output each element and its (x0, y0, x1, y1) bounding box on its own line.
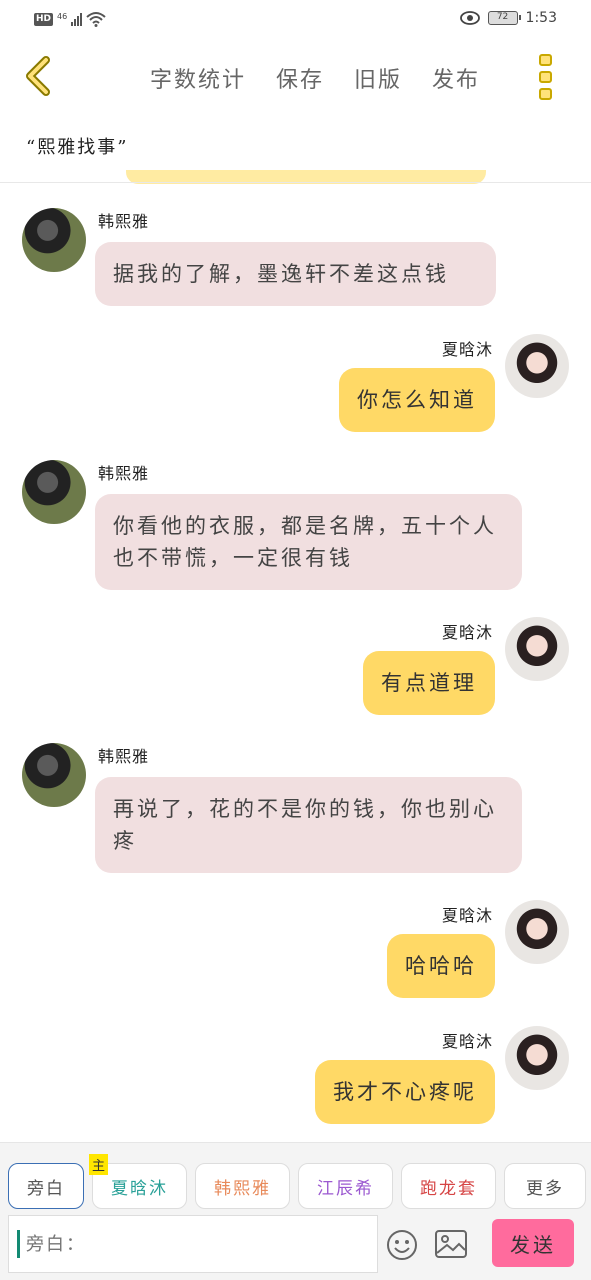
status-right: 72 1:53 (459, 10, 557, 26)
message-sender: 夏晗沐 (441, 1032, 493, 1051)
composer: 旁白 主 夏晗沐 韩熙雅 江辰希 跑龙套 更多 发送 (0, 1142, 591, 1280)
role-tab-extras[interactable]: 跑龙套 (401, 1163, 496, 1209)
signal-icon (71, 12, 83, 26)
role-tab-more[interactable]: 更多 (504, 1163, 586, 1209)
role-label: 跑龙套 (420, 1178, 477, 1199)
message-sender: 韩熙雅 (98, 212, 150, 231)
role-tab-narrator[interactable]: 旁白 (8, 1163, 84, 1209)
avatar-xiahanmu[interactable] (505, 1026, 569, 1090)
role-label: 江辰希 (317, 1178, 374, 1199)
top-bar: 字数统计 保存 旧版 发布 (0, 44, 591, 108)
role-tabs: 旁白 主 夏晗沐 韩熙雅 江辰希 跑龙套 更多 (8, 1154, 586, 1209)
wifi-icon (86, 12, 106, 27)
message-bubble[interactable]: 哈哈哈 (387, 934, 495, 998)
message-bubble[interactable]: 我才不心疼呢 (315, 1060, 495, 1124)
message-bubble[interactable]: 据我的了解，墨逸轩不差这点钱 (95, 242, 496, 306)
story-title: “熙雅找事” (26, 137, 129, 158)
message-sender: 夏晗沐 (441, 340, 493, 359)
role-tab-hanxiya[interactable]: 韩熙雅 (195, 1163, 290, 1209)
avatar-xiahanmu[interactable] (505, 334, 569, 398)
message-input[interactable] (20, 1233, 360, 1255)
message-bubble[interactable]: 你怎么知道 (339, 368, 495, 432)
message-sender: 韩熙雅 (98, 464, 150, 483)
main-role-badge: 主 (89, 1154, 109, 1175)
battery-icon: 72 (487, 11, 521, 25)
message-bubble[interactable]: 再说了，花的不是你的钱，你也别心疼 (95, 777, 522, 873)
message-input-box[interactable] (8, 1215, 378, 1273)
clock: 1:53 (525, 10, 557, 26)
old-version-button[interactable]: 旧版 (354, 62, 402, 94)
divider (0, 182, 591, 183)
role-label: 韩熙雅 (214, 1178, 271, 1199)
publish-button[interactable]: 发布 (432, 62, 480, 94)
send-button[interactable]: 发送 (492, 1219, 574, 1267)
message-bubble[interactable]: 你看他的衣服，都是名牌，五十个人也不带慌，一定很有钱 (95, 494, 522, 590)
avatar-hanxiya[interactable] (22, 208, 86, 272)
emoji-icon[interactable] (386, 1229, 418, 1261)
status-bar: HD 46 72 1:53 (0, 0, 591, 40)
avatar-xiahanmu[interactable] (505, 617, 569, 681)
back-icon[interactable] (22, 56, 54, 96)
image-icon[interactable] (434, 1229, 468, 1259)
more-menu-icon[interactable] (539, 54, 553, 100)
save-button[interactable]: 保存 (276, 62, 324, 94)
message-sender: 韩熙雅 (98, 747, 150, 766)
avatar-hanxiya[interactable] (22, 743, 86, 807)
hd-badge: HD (34, 12, 54, 26)
message-bubble[interactable]: 有点道理 (363, 651, 495, 715)
role-tab-xiahanmu[interactable]: 主 夏晗沐 (89, 1154, 187, 1209)
role-label: 夏晗沐 (111, 1178, 168, 1199)
eye-icon (459, 11, 480, 25)
network-type: 46 (57, 11, 68, 21)
role-label: 更多 (526, 1178, 564, 1199)
word-count-button[interactable]: 字数统计 (150, 62, 246, 94)
message-sender: 夏晗沐 (441, 623, 493, 642)
avatar-xiahanmu[interactable] (505, 900, 569, 964)
avatar-hanxiya[interactable] (22, 460, 86, 524)
message-sender: 夏晗沐 (441, 906, 493, 925)
role-tab-jiangchenxi[interactable]: 江辰希 (298, 1163, 393, 1209)
top-actions: 字数统计 保存 旧版 发布 (150, 62, 480, 94)
role-label: 旁白 (27, 1178, 65, 1199)
status-left: HD 46 (34, 11, 106, 27)
